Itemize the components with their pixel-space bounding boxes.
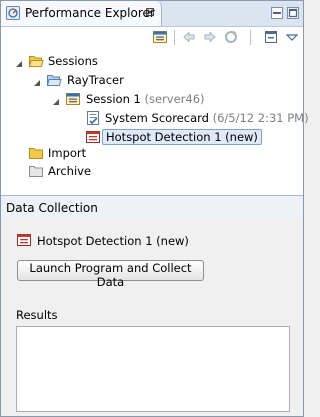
tree-label-session-1: Session 1 (server46): [86, 92, 205, 106]
tree-item-sessions[interactable]: Sessions: [1, 52, 301, 70]
view-tab-bar: Performance Explorer ⊠: [1, 1, 303, 27]
back-arrow-icon[interactable]: [181, 29, 197, 45]
tree-label-archive: Archive: [48, 164, 92, 178]
collapse-all-icon[interactable]: [263, 29, 279, 45]
expanded-twisty-icon[interactable]: [15, 57, 23, 67]
tab-performance-explorer[interactable]: Performance Explorer ⊠: [1, 1, 162, 26]
performance-explorer-icon: [6, 6, 20, 20]
results-label: Results: [16, 308, 58, 322]
activity-name: Hotspot Detection 1 (new): [37, 234, 189, 248]
results-area[interactable]: [16, 326, 290, 412]
forward-arrow-icon[interactable]: [202, 29, 218, 45]
data-collection-panel: Hotspot Detection 1 (new) Launch Program…: [1, 220, 303, 416]
tree-item-system-scorecard[interactable]: System Scorecard (6/5/12 2:31 PM): [1, 109, 309, 127]
session-icon: [65, 91, 81, 107]
session-icon[interactable]: [152, 29, 168, 45]
hotspot-detection-icon: [85, 129, 101, 145]
performance-explorer-view: Performance Explorer ⊠ Sessions RayTrace…: [0, 0, 309, 417]
tree-label-import: Import: [48, 146, 87, 160]
scorecard-name: System Scorecard: [105, 111, 209, 125]
data-collection-title: Data Collection: [6, 201, 98, 215]
expanded-twisty-icon[interactable]: [52, 95, 60, 105]
tree-item-raytracer[interactable]: RayTracer: [1, 71, 301, 89]
tree-label-raytracer: RayTracer: [67, 73, 124, 87]
view-toolbar: [1, 27, 303, 49]
archive-folder-icon: [28, 163, 44, 179]
session-server: (server46): [144, 92, 205, 106]
view-title: Performance Explorer: [25, 6, 155, 20]
tree-label-sessions: Sessions: [48, 54, 98, 68]
toolbar-separator: [250, 30, 251, 45]
scorecard-icon: [85, 110, 101, 126]
view-menu-icon[interactable]: [284, 29, 300, 45]
toolbar-separator: [174, 30, 175, 45]
close-view-button[interactable]: ⊠: [145, 5, 155, 19]
session-name: Session 1: [86, 92, 141, 106]
tree-item-session-1[interactable]: Session 1 (server46): [1, 90, 301, 108]
data-collection-header: Data Collection: [1, 195, 303, 221]
tree-label-system-scorecard: System Scorecard (6/5/12 2:31 PM): [105, 111, 309, 125]
scorecard-date: (6/5/12 2:31 PM): [212, 111, 309, 125]
launch-program-button[interactable]: Launch Program and Collect Data: [17, 260, 204, 289]
folder-icon: [28, 145, 44, 161]
refresh-icon[interactable]: [223, 29, 239, 45]
tree-item-archive[interactable]: Archive: [1, 162, 301, 180]
open-folder-icon: [46, 72, 62, 88]
session-tree: Sessions RayTracer Session 1 (server46) …: [1, 51, 309, 191]
maximize-icon[interactable]: [286, 6, 300, 20]
tree-label-hotspot-detection: Hotspot Detection 1 (new): [102, 129, 262, 145]
open-folder-icon: [28, 53, 44, 69]
hotspot-detection-icon: [16, 232, 32, 248]
tree-item-import[interactable]: Import: [1, 144, 301, 162]
minimize-icon[interactable]: [270, 6, 284, 20]
expanded-twisty-icon[interactable]: [33, 76, 41, 86]
